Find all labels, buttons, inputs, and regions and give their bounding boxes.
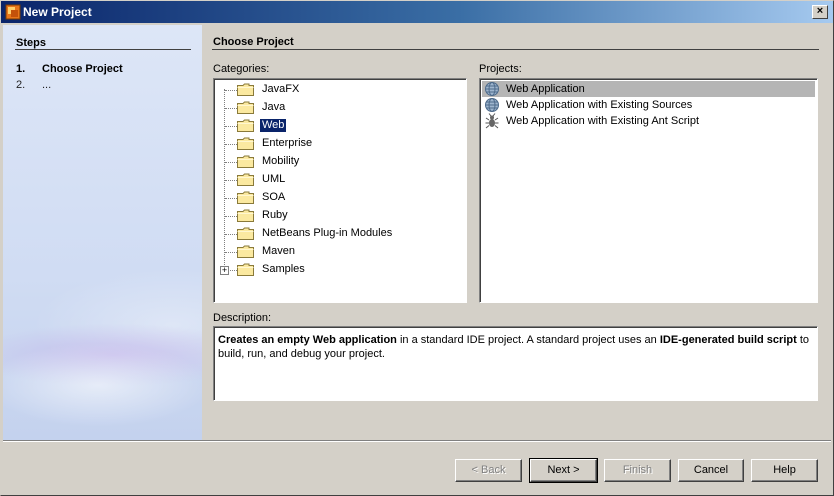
category-item[interactable]: JavaFX xyxy=(214,81,464,99)
project-label: Web Application with Existing Sources xyxy=(506,99,693,111)
tree-branch-line xyxy=(225,252,237,253)
tree-branch-line xyxy=(225,180,237,181)
cancel-button[interactable]: Cancel xyxy=(678,459,744,482)
category-label: NetBeans Plug-in Modules xyxy=(262,227,393,239)
steps-divider xyxy=(15,49,191,50)
description-text-part: in a standard IDE project. A standard pr… xyxy=(396,334,660,346)
globe-icon xyxy=(485,98,499,112)
projects-label: Projects: xyxy=(479,63,522,75)
category-label: Enterprise xyxy=(262,137,313,149)
category-label: Mobility xyxy=(262,155,300,167)
step-1: 1. Choose Project xyxy=(16,63,123,75)
category-label: Java xyxy=(262,101,286,113)
button-bar-divider xyxy=(3,440,831,442)
project-item[interactable]: Web Application with Existing Sources xyxy=(482,97,815,113)
close-icon: × xyxy=(816,5,824,17)
category-label: Web xyxy=(258,118,288,133)
finish-button[interactable]: Finish xyxy=(604,459,671,482)
folder-icon xyxy=(237,209,254,222)
tree-branch-line xyxy=(225,162,237,163)
category-item[interactable]: NetBeans Plug-in Modules xyxy=(214,225,464,243)
category-label: Samples xyxy=(262,263,305,275)
steps-panel: Steps 1. Choose Project 2.... xyxy=(3,25,202,440)
category-label: UML xyxy=(262,173,286,185)
category-item[interactable]: UML xyxy=(214,171,464,189)
page-title: Choose Project xyxy=(213,36,294,48)
folder-icon xyxy=(237,191,254,204)
tree-branch-line xyxy=(225,198,237,199)
step-number: 2. xyxy=(16,79,26,91)
step-2: 2.... xyxy=(16,79,51,91)
steps-title: Steps xyxy=(16,37,46,49)
folder-icon xyxy=(237,83,254,96)
step-label: Choose Project xyxy=(42,63,123,75)
step-label: ... xyxy=(42,79,52,91)
category-item[interactable]: SOA xyxy=(214,189,464,207)
close-button[interactable]: × xyxy=(812,5,828,19)
folder-icon xyxy=(237,101,254,114)
category-item[interactable]: Java xyxy=(214,99,464,117)
category-item[interactable]: Ruby xyxy=(214,207,464,225)
step-number: 1. xyxy=(16,63,26,75)
category-item[interactable]: + Samples xyxy=(214,261,464,279)
title-bar: New Project × xyxy=(0,0,834,24)
folder-icon xyxy=(237,263,254,276)
categories-tree[interactable]: JavaFX Java Web Enterprise Mobility UML SOA Rub… xyxy=(213,78,467,303)
category-item[interactable]: Mobility xyxy=(214,153,464,171)
ant-icon xyxy=(485,113,499,129)
description-text: Creates an empty Web application in a st… xyxy=(218,333,814,361)
folder-icon xyxy=(237,245,254,258)
category-label: SOA xyxy=(262,191,286,203)
categories-label: Categories: xyxy=(213,63,270,75)
category-label: JavaFX xyxy=(262,83,300,95)
tree-branch-line xyxy=(225,216,237,217)
description-area: Creates an empty Web application in a st… xyxy=(213,326,818,401)
folder-icon xyxy=(237,155,254,168)
folder-icon xyxy=(237,119,254,132)
tree-branch-line xyxy=(225,234,237,235)
back-button[interactable]: < Back xyxy=(455,459,522,482)
category-label: Ruby xyxy=(262,209,288,221)
netbeans-app-icon xyxy=(5,4,21,20)
window-title: New Project xyxy=(23,5,92,19)
project-item[interactable]: Web Application xyxy=(482,81,815,97)
project-item[interactable]: Web Application with Existing Ant Script xyxy=(482,113,815,129)
project-label: Web Application xyxy=(506,83,585,95)
help-button[interactable]: Help xyxy=(751,459,818,482)
tree-branch-line xyxy=(225,126,237,127)
description-strong: IDE-generated build script xyxy=(659,334,797,346)
next-button[interactable]: Next > xyxy=(529,458,598,483)
folder-icon xyxy=(237,137,254,150)
tree-branch-line xyxy=(225,90,237,91)
globe-icon xyxy=(485,82,499,96)
category-item[interactable]: Enterprise xyxy=(214,135,464,153)
category-item[interactable]: Maven xyxy=(214,243,464,261)
description-label: Description: xyxy=(213,312,272,324)
tree-branch-line xyxy=(225,108,237,109)
category-item[interactable]: Web xyxy=(214,117,464,135)
expand-icon[interactable]: + xyxy=(220,266,229,275)
projects-list[interactable]: Web Application Web Application with Exis… xyxy=(479,78,818,303)
project-label: Web Application with Existing Ant Script xyxy=(506,115,700,127)
folder-icon xyxy=(237,173,254,186)
description-strong: Creates an empty Web application xyxy=(218,334,397,346)
category-label: Maven xyxy=(262,245,296,257)
tree-branch-line xyxy=(225,144,237,145)
folder-icon xyxy=(237,227,254,240)
title-divider xyxy=(212,49,819,50)
